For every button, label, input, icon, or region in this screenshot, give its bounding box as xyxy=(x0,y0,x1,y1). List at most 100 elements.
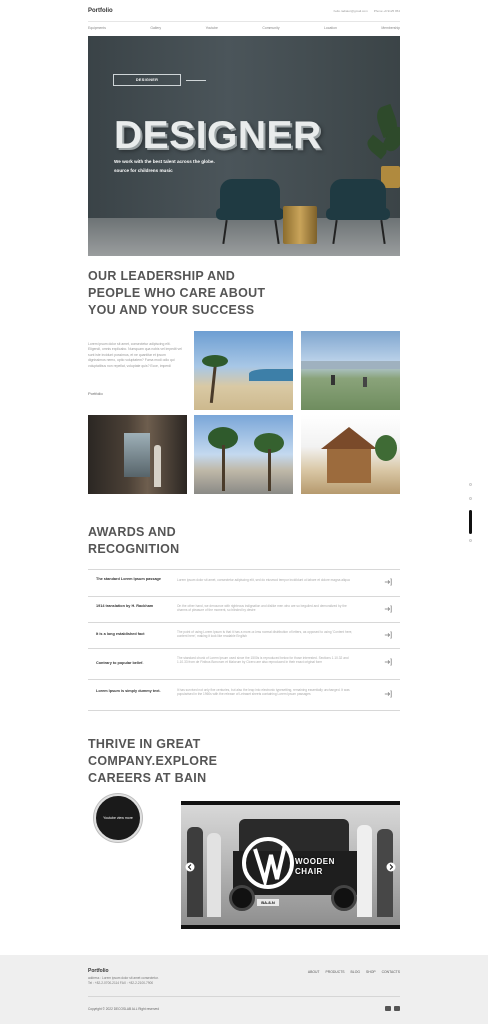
section-dot[interactable] xyxy=(469,539,472,542)
gallery-photo-interior[interactable] xyxy=(88,415,187,494)
person xyxy=(363,377,367,387)
header-divider xyxy=(88,21,400,22)
hero-title: DESIGNER xyxy=(114,114,322,157)
careers-heading-line2: COMPANY.EXPLORE xyxy=(88,754,218,768)
award-divider xyxy=(88,622,400,623)
footer-nav-about[interactable]: ABOUT xyxy=(308,970,320,974)
award-divider xyxy=(88,648,400,649)
career-video[interactable]: BA-8-N WOODEN CHAIR xyxy=(181,801,400,929)
palm-trunk xyxy=(222,445,225,491)
main-nav: Equipments Gallery Youtube Community Loc… xyxy=(88,26,400,30)
footer-copyright: Copyright © 2022 DECOSLAB ALL Right rese… xyxy=(88,1007,159,1011)
gallery-photo-street[interactable] xyxy=(194,415,293,494)
tree xyxy=(375,435,397,461)
header-email[interactable]: hello.radiator@gmail.com xyxy=(334,9,368,13)
hut-roof xyxy=(321,427,377,449)
nav-item-youtube[interactable]: Youtube xyxy=(206,26,218,30)
careers-heading-line1: THRIVE IN GREAT xyxy=(88,737,201,751)
video-brand-line1: WOODEN xyxy=(295,857,335,866)
palm-trunk xyxy=(209,360,218,404)
gallery-photo-field[interactable] xyxy=(301,331,400,410)
header-contact: hello.radiator@gmail.com Phone:+9 9125 9… xyxy=(334,9,400,13)
youtube-view-more-button[interactable]: Youtube view more xyxy=(94,794,142,842)
footer-nav: ABOUT PRODUCTS BLOG SHOP CONTACTS xyxy=(308,970,400,974)
left-armchair-seat xyxy=(216,208,284,220)
section-dot-active[interactable] xyxy=(469,510,472,534)
palm-leaves xyxy=(202,355,228,367)
footer-phones: Tel : +82-2-0700-2114 FAX : +82-2-2100-7… xyxy=(88,980,154,985)
awards-heading-line1: AWARDS AND xyxy=(88,525,176,539)
brass-side-table xyxy=(283,206,317,244)
footer-nav-contacts[interactable]: CONTACTS xyxy=(382,970,400,974)
login-arrow-icon[interactable] xyxy=(384,578,392,586)
hut-wall xyxy=(327,449,371,483)
hero-badge[interactable]: DESIGNER xyxy=(113,74,181,86)
video-prev-arrow-icon[interactable] xyxy=(185,862,195,872)
blog-icon[interactable] xyxy=(394,1006,400,1011)
footer-social xyxy=(385,1006,400,1011)
award-title: 1914 translation by H. Rackham xyxy=(96,604,154,608)
awards-heading-line2: RECOGNITION xyxy=(88,542,180,556)
palm-trunk xyxy=(268,449,271,491)
award-desc: It has survived not only five centuries,… xyxy=(177,688,350,697)
horizon xyxy=(301,361,400,369)
award-desc: Lorem ipsum dolor sit amet, consectetur … xyxy=(177,578,350,582)
car-wheel xyxy=(331,885,357,911)
award-divider xyxy=(88,679,400,680)
award-title: The standard Lorem Ipsum passage xyxy=(96,577,161,581)
leadership-heading: OUR LEADERSHIP AND PEOPLE WHO CARE ABOUT… xyxy=(88,268,265,319)
leadership-heading-line2: PEOPLE WHO CARE ABOUT xyxy=(88,286,266,300)
video-brand: WOODEN CHAIR xyxy=(295,857,335,877)
leadership-heading-line3: YOU AND YOUR SUCCESS xyxy=(88,303,255,317)
login-arrow-icon[interactable] xyxy=(384,605,392,613)
leadership-text: Lorem ipsum dolor sit amet, consectetur … xyxy=(88,342,182,368)
person-figure xyxy=(357,825,372,917)
gallery-photo-hut[interactable] xyxy=(301,415,400,494)
window xyxy=(124,433,150,477)
section-dot[interactable] xyxy=(469,483,472,486)
figure xyxy=(154,445,161,487)
person-figure xyxy=(187,827,203,917)
footer-nav-products[interactable]: PRODUCTS xyxy=(326,970,345,974)
gallery-photo-beach[interactable] xyxy=(194,331,293,410)
nav-item-membership[interactable]: Membership xyxy=(381,26,400,30)
youtube-icon[interactable] xyxy=(385,1006,391,1011)
nav-item-gallery[interactable]: Gallery xyxy=(150,26,161,30)
nav-item-equipments[interactable]: Equipments xyxy=(88,26,106,30)
right-armchair-seat xyxy=(326,208,390,220)
hero-subtitle-line1: We work with the best talent across the … xyxy=(114,159,215,164)
award-desc: On the other hand, we denounce with righ… xyxy=(177,604,347,613)
hero-banner: DESIGNER DESIGNER We work with the best … xyxy=(88,36,400,256)
portfolio-link[interactable]: Portfolio xyxy=(88,391,103,396)
careers-heading: THRIVE IN GREAT COMPANY.EXPLORE CAREERS … xyxy=(88,736,217,787)
footer-logo[interactable]: Portfolio xyxy=(88,968,109,974)
site-footer: Portfolio address : Lorem ipsum dolor si… xyxy=(0,955,488,1024)
award-divider xyxy=(88,596,400,597)
hero-floor xyxy=(88,218,400,256)
award-title: It is a long established fact xyxy=(96,632,145,636)
award-divider xyxy=(88,710,400,711)
award-desc: The point of using Lorem Ipsum is that i… xyxy=(177,630,353,639)
section-dot[interactable] xyxy=(469,497,472,500)
hero-subtitle-line2: source for childrens music xyxy=(114,167,173,173)
video-frame: BA-8-N WOODEN CHAIR xyxy=(181,805,400,925)
video-next-arrow-icon[interactable] xyxy=(386,862,396,872)
leadership-heading-line1: OUR LEADERSHIP AND xyxy=(88,269,236,283)
nav-item-location[interactable]: Location xyxy=(324,26,337,30)
site-header: Portfolio hello.radiator@gmail.com Phone… xyxy=(88,6,400,20)
login-arrow-icon[interactable] xyxy=(384,631,392,639)
footer-nav-blog[interactable]: BLOG xyxy=(351,970,360,974)
site-logo[interactable]: Portfolio xyxy=(88,8,113,14)
wooden-chair-logo-icon xyxy=(242,837,294,889)
video-brand-line2: CHAIR xyxy=(295,867,323,876)
login-arrow-icon[interactable] xyxy=(384,658,392,666)
hero-dash xyxy=(186,80,206,81)
person-figure xyxy=(207,833,221,917)
nav-item-community[interactable]: Community xyxy=(262,26,279,30)
person xyxy=(331,375,335,385)
careers-heading-line3: CAREERS AT BAIN xyxy=(88,771,207,785)
login-arrow-icon[interactable] xyxy=(384,690,392,698)
footer-nav-shop[interactable]: SHOP xyxy=(366,970,376,974)
awards-heading: AWARDS AND RECOGNITION xyxy=(88,524,180,558)
footer-address-block: address : Lorem ipsum dolor sit amet con… xyxy=(88,976,159,986)
